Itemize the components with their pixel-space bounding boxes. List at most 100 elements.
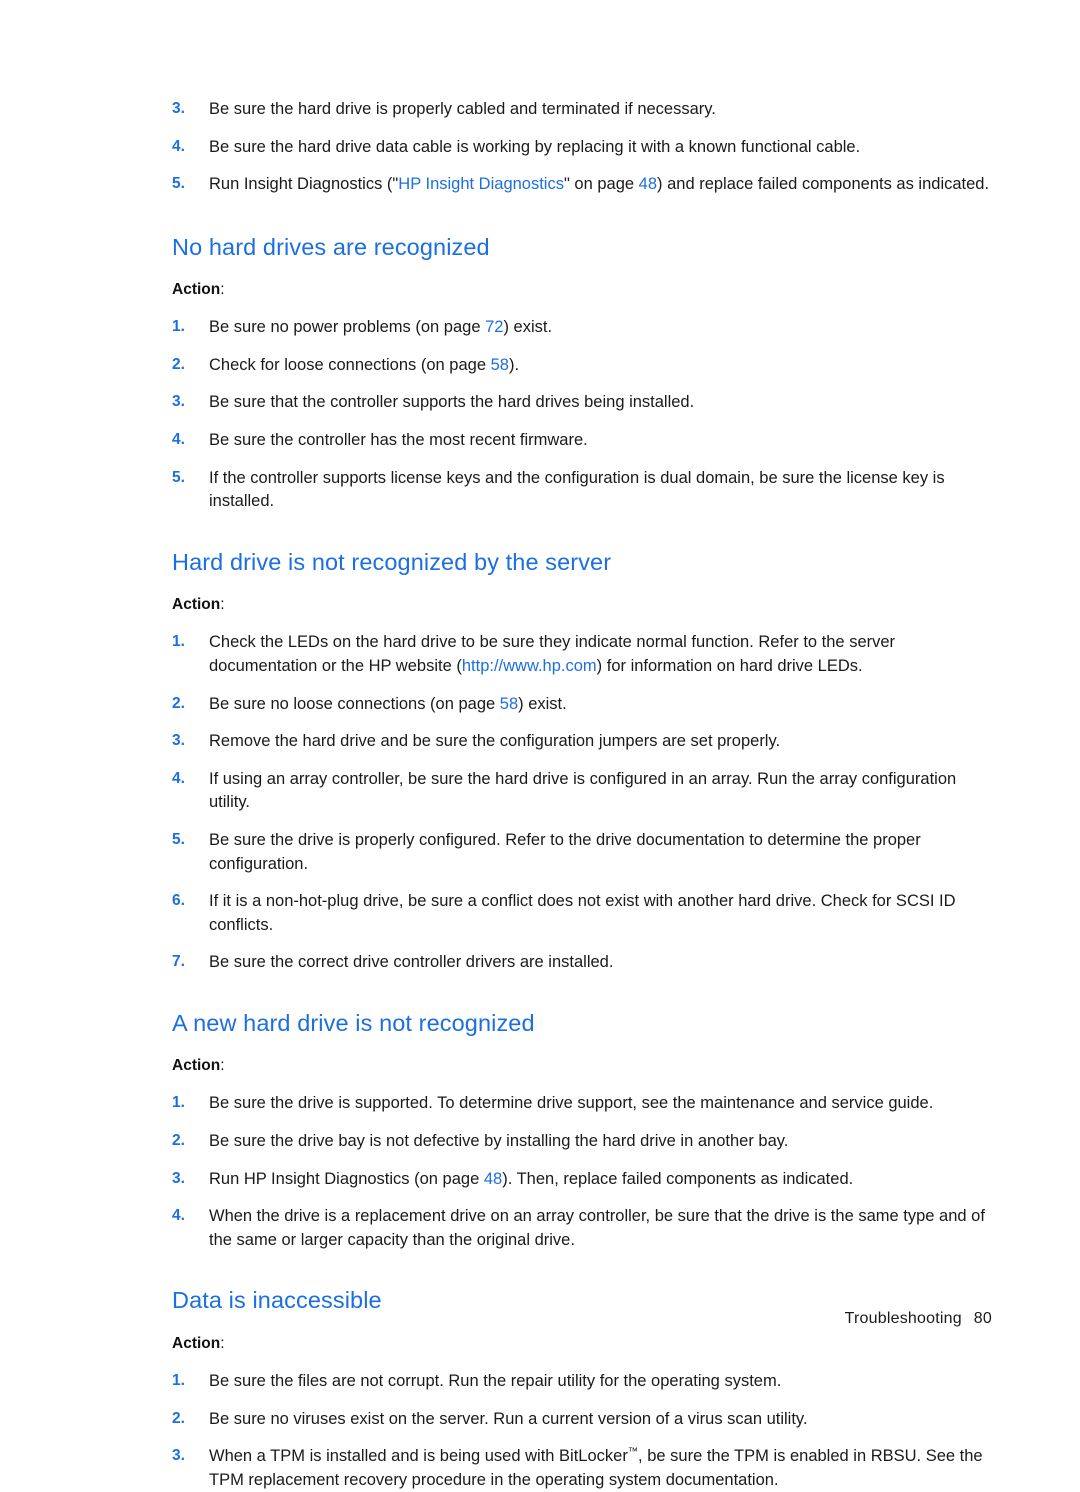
action-label: Action:: [172, 1334, 992, 1354]
step-text: Run Insight Diagnostics (": [209, 175, 399, 194]
step-text: ) and replace failed components as indic…: [657, 175, 990, 194]
step-number: 3.: [172, 1447, 185, 1465]
step-number: 4.: [172, 1207, 185, 1225]
page-footer: Troubleshooting 80: [0, 1310, 992, 1328]
step-text: Be sure the hard drive is properly cable…: [209, 100, 716, 118]
step-text: Be sure the drive is supported. To deter…: [209, 1094, 934, 1113]
list-item: 4. Be sure the hard drive data cable is w…: [172, 136, 992, 160]
action-label-text: Action: [172, 596, 221, 614]
list-item: 7. Be sure the correct drive controller d…: [172, 951, 992, 975]
list-item: 1. Be sure no power problems (on page 72)…: [172, 316, 992, 340]
step-text: ) exist.: [518, 694, 567, 713]
step-text: ) exist.: [503, 318, 553, 337]
action-label-text: Action: [172, 1057, 221, 1075]
action-step-list: 1. Check the LEDs on the hard drive to be…: [172, 631, 992, 975]
step-text: Be sure no power problems (on page: [209, 318, 486, 337]
trademark-symbol: ™: [627, 1446, 639, 1458]
section-heading: Hard drive is not recognized by the serv…: [172, 548, 612, 575]
step-text: When the drive is a replacement drive on…: [209, 1207, 985, 1249]
list-item: 5. Be sure the drive is properly configur…: [172, 829, 992, 876]
step-number: 2.: [172, 1132, 185, 1150]
step-number: 6.: [172, 892, 185, 910]
step-number: 7.: [172, 953, 185, 971]
step-text: Run HP Insight Diagnostics (on page: [209, 1169, 484, 1188]
step-text: Be sure the correct drive controller dri…: [209, 953, 614, 972]
step-number: 2.: [172, 355, 185, 373]
step-number: 4.: [172, 769, 185, 787]
step-number: 3.: [172, 393, 185, 411]
step-number: 3.: [172, 1169, 185, 1187]
step-number: 1.: [172, 1094, 185, 1112]
step-number: 4.: [172, 431, 185, 449]
document-page: 3. Be sure the hard drive is properly cab…: [0, 0, 1080, 1489]
action-label-colon: :: [220, 281, 225, 299]
list-item: 3. Remove the hard drive and be sure the …: [172, 730, 992, 754]
page-reference-number[interactable]: 72: [485, 318, 503, 336]
step-number: 1.: [172, 1371, 185, 1389]
step-text: Be sure the hard drive data cable is wor…: [209, 137, 861, 156]
action-label-colon: :: [220, 596, 225, 614]
page-reference-number[interactable]: 48: [484, 1170, 502, 1188]
action-label: Action:: [172, 280, 992, 300]
page-reference-number[interactable]: 48: [639, 175, 657, 193]
list-item: 3. When a TPM is installed and is being u…: [172, 1445, 992, 1492]
continued-step-list: 3. Be sure the hard drive is properly cab…: [172, 98, 992, 197]
step-text: ).: [508, 355, 520, 374]
step-text: Be sure the controller has the most rece…: [209, 431, 588, 450]
step-text: " on page: [563, 175, 639, 194]
action-label-text: Action: [172, 281, 221, 299]
cross-reference-link[interactable]: http://www.hp.com: [462, 657, 597, 675]
list-item: 6. If it is a non-hot-plug drive, be sure…: [172, 890, 992, 937]
step-text: If it is a non-hot-plug drive, be sure a…: [209, 892, 956, 934]
step-text: Remove the hard drive and be sure the co…: [209, 732, 781, 751]
step-text: ) for information on hard drive LEDs.: [596, 656, 863, 675]
step-text: Be sure no loose connections (on page: [209, 694, 500, 713]
list-item: 2. Be sure no viruses exist on the server…: [172, 1408, 992, 1432]
step-text: If the controller supports license keys …: [209, 468, 945, 511]
step-text: Be sure the drive bay is not defective b…: [209, 1132, 789, 1151]
step-number: 3.: [172, 732, 185, 750]
action-label: Action:: [172, 595, 992, 615]
action-step-list: 1. Be sure the files are not corrupt. Run…: [172, 1370, 992, 1492]
step-number: 1.: [172, 633, 185, 651]
list-item: 1. Check the LEDs on the hard drive to be…: [172, 631, 992, 678]
action-step-list: 1. Be sure the drive is supported. To det…: [172, 1092, 992, 1252]
step-number: 4.: [172, 137, 185, 155]
cross-reference-link[interactable]: HP Insight Diagnostics: [398, 175, 564, 193]
step-number: 5.: [172, 830, 185, 848]
step-text: Be sure the drive is properly configured…: [209, 830, 921, 873]
document-section: No hard drives are recognized Action: 1. Be…: [172, 233, 992, 514]
section-heading: A new hard drive is not recognized: [172, 1009, 535, 1036]
list-item: 4. If using an array controller, be sure …: [172, 768, 992, 815]
list-item: 3. Run HP Insight Diagnostics (on page 48…: [172, 1168, 992, 1192]
list-item: 3. Be sure that the controller supports t…: [172, 391, 992, 415]
footer-chapter-label: Troubleshooting: [844, 1310, 962, 1327]
list-item: 1. Be sure the files are not corrupt. Run…: [172, 1370, 992, 1394]
section-heading: No hard drives are recognized: [172, 233, 490, 260]
step-text: Be sure no viruses exist on the server. …: [209, 1409, 808, 1428]
step-text: Be sure that the controller supports the…: [209, 393, 695, 412]
action-label-colon: :: [220, 1057, 225, 1075]
step-text: Be sure the files are not corrupt. Run t…: [209, 1371, 782, 1390]
step-text: When a TPM is installed and is being use…: [209, 1447, 628, 1466]
page-content: 3. Be sure the hard drive is properly cab…: [172, 82, 992, 1492]
step-number: 2.: [172, 1409, 185, 1427]
step-number: 3.: [172, 100, 185, 117]
step-number: 5.: [172, 175, 185, 193]
document-section: A new hard drive is not recognized Action…: [172, 1009, 992, 1252]
step-text: If using an array controller, be sure th…: [209, 769, 957, 812]
sections-container: No hard drives are recognized Action: 1. Be…: [172, 233, 992, 1492]
list-item: 4. Be sure the controller has the most re…: [172, 429, 992, 453]
action-label: Action:: [172, 1056, 992, 1076]
action-label-colon: :: [220, 1334, 225, 1352]
list-item: 5. Run Insight Diagnostics ("HP Insight D…: [172, 173, 992, 197]
footer-page-number: 80: [973, 1310, 992, 1327]
document-section: Hard drive is not recognized by the serv…: [172, 548, 992, 975]
step-number: 1.: [172, 318, 185, 336]
list-item: 2. Check for loose connections (on page 5…: [172, 354, 992, 378]
list-item: 5. If the controller supports license key…: [172, 467, 992, 514]
action-step-list: 1. Be sure no power problems (on page 72)…: [172, 316, 992, 514]
step-text: ). Then, replace failed components as in…: [502, 1169, 854, 1188]
page-reference-number[interactable]: 58: [491, 356, 509, 374]
page-reference-number[interactable]: 58: [500, 695, 518, 713]
